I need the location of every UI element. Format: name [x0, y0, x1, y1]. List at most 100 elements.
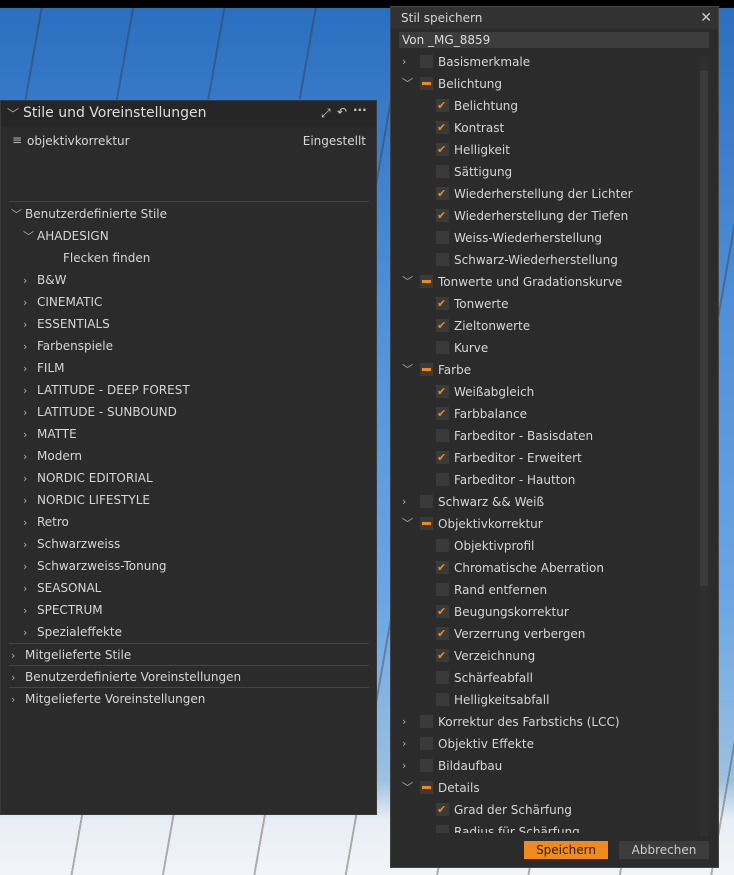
attribute-item[interactable]: Wiederherstellung der Lichter — [391, 183, 701, 205]
chevron-icon[interactable]: ﹀ — [402, 73, 416, 95]
chevron-icon[interactable]: ﹀ — [402, 777, 416, 799]
checkbox[interactable] — [436, 623, 449, 645]
attribute-item[interactable]: Weißabgleich — [391, 381, 701, 403]
attribute-item[interactable]: Zieltonwerte — [391, 315, 701, 337]
attribute-item[interactable]: Farbeditor - Erweitert — [391, 447, 701, 469]
chevron-icon[interactable]: › — [23, 622, 37, 644]
checkbox[interactable] — [420, 275, 433, 288]
attribute-item[interactable]: ﹀ Tonwerte und Gradationskurve — [391, 271, 701, 293]
chevron-icon[interactable]: › — [23, 358, 37, 380]
style-tree-item[interactable]: › Mitgelieferte Stile — [11, 644, 131, 666]
reset-icon[interactable]: ↶ — [337, 105, 347, 119]
checkbox[interactable] — [420, 495, 433, 508]
chevron-icon[interactable]: › — [23, 292, 37, 314]
style-tree-item[interactable]: › CINEMATIC — [23, 291, 102, 313]
style-name-input[interactable] — [399, 32, 709, 48]
attribute-item[interactable]: Schwarz-Wiederherstellung — [391, 249, 701, 271]
checkbox[interactable] — [436, 95, 449, 117]
checkbox[interactable] — [420, 55, 433, 68]
checkbox[interactable] — [436, 583, 449, 596]
close-icon[interactable]: ✕ — [700, 7, 712, 29]
style-tree-item[interactable]: › Farbenspiele — [23, 335, 113, 357]
chevron-icon[interactable]: › — [11, 689, 25, 711]
chevron-icon[interactable]: › — [23, 490, 37, 512]
chevron-icon[interactable]: › — [23, 336, 37, 358]
chevron-icon[interactable]: › — [23, 380, 37, 402]
more-icon[interactable]: ··· — [353, 103, 367, 117]
chevron-icon[interactable]: › — [23, 534, 37, 556]
chevron-icon[interactable]: › — [23, 424, 37, 446]
chevron-icon[interactable]: › — [402, 491, 416, 513]
style-tree-item[interactable]: › Schwarzweiss-Tonung — [23, 555, 167, 577]
style-tree-item[interactable]: › MATTE — [23, 423, 77, 445]
menu-icon[interactable]: ≡ — [12, 133, 22, 147]
chevron-icon[interactable]: › — [23, 270, 37, 292]
checkbox[interactable] — [436, 139, 449, 161]
attribute-item[interactable]: Beugungskorrektur — [391, 601, 701, 623]
checkbox[interactable] — [420, 77, 433, 90]
checkbox[interactable] — [436, 183, 449, 205]
chevron-icon[interactable]: › — [11, 645, 25, 667]
checkbox[interactable] — [436, 645, 449, 667]
chevron-icon[interactable]: › — [402, 755, 416, 777]
checkbox[interactable] — [436, 403, 449, 425]
attribute-item[interactable]: Belichtung — [391, 95, 701, 117]
checkbox[interactable] — [436, 293, 449, 315]
attribute-item[interactable]: Schärfeabfall — [391, 667, 701, 689]
style-tree-item[interactable]: › SPECTRUM — [23, 599, 103, 621]
chevron-icon[interactable]: › — [402, 51, 416, 73]
checkbox[interactable] — [436, 381, 449, 403]
attribute-item[interactable]: Weiss-Wiederherstellung — [391, 227, 701, 249]
scrollbar[interactable] — [700, 57, 708, 837]
style-tree-item[interactable]: › LATITUDE - DEEP FOREST — [23, 379, 190, 401]
attribute-item[interactable]: Farbeditor - Basisdaten — [391, 425, 701, 447]
style-tree-item[interactable]: › FILM — [23, 357, 64, 379]
attribute-item[interactable]: ﹀ Details — [391, 777, 701, 799]
chevron-icon[interactable]: ﹀ — [402, 513, 416, 535]
chevron-icon[interactable]: › — [23, 556, 37, 578]
checkbox[interactable] — [436, 601, 449, 623]
checkbox[interactable] — [436, 231, 449, 244]
attribute-item[interactable]: › Korrektur des Farbstichs (LCC) — [391, 711, 701, 733]
chevron-icon[interactable]: › — [23, 468, 37, 490]
attribute-item[interactable]: Verzerrung verbergen — [391, 623, 701, 645]
checkbox[interactable] — [436, 799, 449, 821]
checkbox[interactable] — [420, 363, 433, 376]
style-tree-item[interactable]: › LATITUDE - SUNBOUND — [23, 401, 177, 423]
checkbox[interactable] — [436, 557, 449, 579]
style-tree-item[interactable]: › Retro — [23, 511, 69, 533]
attribute-item[interactable]: Rand entfernen — [391, 579, 701, 601]
attribute-item[interactable]: Farbeditor - Hautton — [391, 469, 701, 491]
checkbox[interactable] — [420, 737, 433, 750]
checkbox[interactable] — [436, 205, 449, 227]
style-tree-item[interactable]: › NORDIC LIFESTYLE — [23, 489, 150, 511]
attribute-item[interactable]: Farbbalance — [391, 403, 701, 425]
checkbox[interactable] — [436, 473, 449, 486]
attribute-item[interactable]: ﹀ Belichtung — [391, 73, 701, 95]
attribute-item[interactable]: › Basismerkmale — [391, 51, 701, 73]
attribute-item[interactable]: Grad der Schärfung — [391, 799, 701, 821]
chevron-icon[interactable]: › — [23, 600, 37, 622]
style-tree-item[interactable]: › NORDIC EDITORIAL — [23, 467, 153, 489]
scrollbar-thumb[interactable] — [700, 71, 708, 586]
chevron-icon[interactable]: ﹀ — [23, 226, 37, 248]
attribute-item[interactable]: › Objektiv Effekte — [391, 733, 701, 755]
attribute-item[interactable]: Objektivprofil — [391, 535, 701, 557]
attribute-item[interactable]: Sättigung — [391, 161, 701, 183]
attribute-item[interactable]: ﹀ Objektivkorrektur — [391, 513, 701, 535]
checkbox[interactable] — [436, 315, 449, 337]
collapse-chevron-icon[interactable]: ﹀ — [7, 105, 19, 122]
checkbox[interactable] — [436, 341, 449, 354]
chevron-icon[interactable]: ﹀ — [402, 271, 416, 293]
attribute-item[interactable]: Chromatische Aberration — [391, 557, 701, 579]
attribute-item[interactable]: Radius für Schärfung — [391, 821, 701, 833]
checkbox[interactable] — [420, 715, 433, 728]
chevron-icon[interactable]: › — [23, 578, 37, 600]
chevron-icon[interactable]: › — [402, 711, 416, 733]
checkbox[interactable] — [436, 671, 449, 684]
chevron-icon[interactable]: › — [23, 402, 37, 424]
style-tree-item[interactable]: › SEASONAL — [23, 577, 101, 599]
style-tree-item[interactable]: ﹀ Benutzerdefinierte Stile — [11, 203, 167, 225]
chevron-icon[interactable]: › — [23, 446, 37, 468]
chevron-icon[interactable]: › — [23, 314, 37, 336]
